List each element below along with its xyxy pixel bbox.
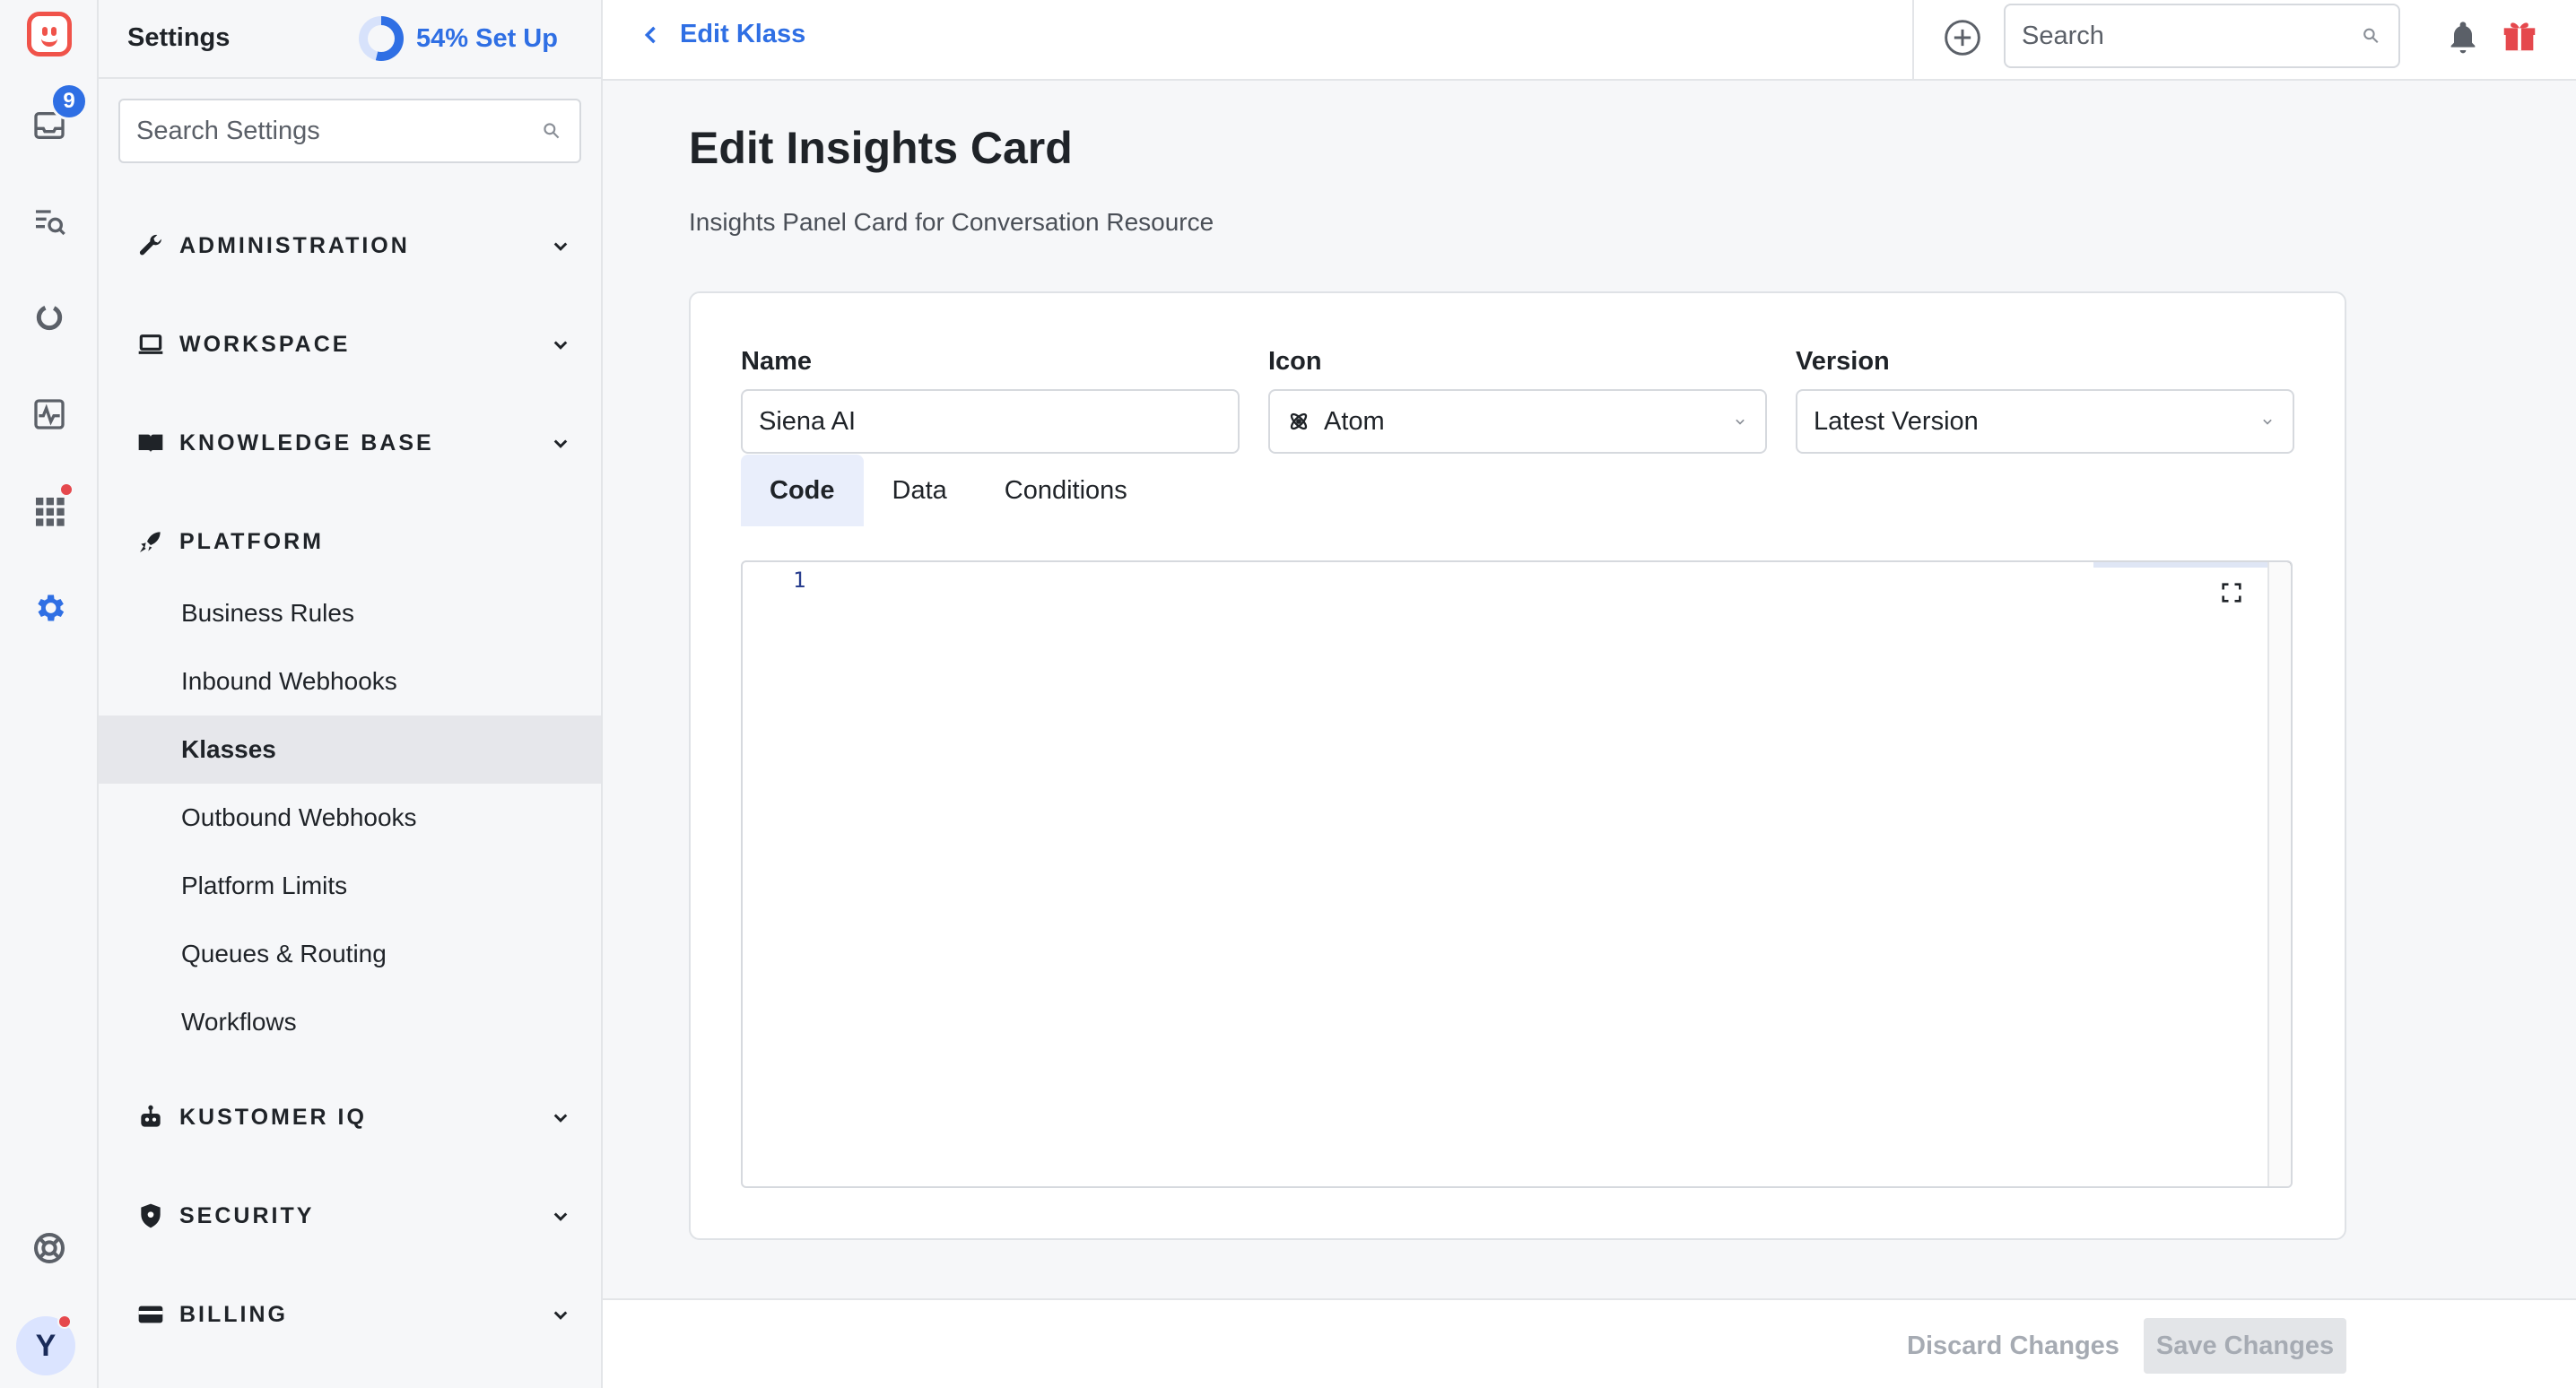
activity-icon[interactable] xyxy=(22,387,76,441)
laptop-icon xyxy=(135,328,167,360)
settings-search-input[interactable] xyxy=(136,116,540,146)
settings-search xyxy=(118,99,581,163)
section-security[interactable]: SECURITY xyxy=(135,1189,574,1243)
name-field-value: Siena AI xyxy=(759,406,857,436)
section-label: KUSTOMER IQ xyxy=(179,1104,367,1130)
chevron-down-icon xyxy=(553,439,568,448)
discard-changes-button[interactable]: Discard Changes xyxy=(1907,1318,2119,1374)
add-circle-icon[interactable] xyxy=(1943,18,1982,57)
chevron-down-icon xyxy=(2263,419,2272,425)
tab-conditions[interactable]: Conditions xyxy=(976,455,1156,526)
settings-panel: Settings 54% Set Up ADMINISTRATION WORKS… xyxy=(99,0,603,1388)
insights-card-form: Name Icon Version Siena AI Atom Latest V… xyxy=(689,291,2346,1240)
platform-item-outbound-webhooks[interactable]: Outbound Webhooks xyxy=(99,784,601,852)
platform-item-klasses[interactable]: Klasses xyxy=(99,716,601,784)
search-icon xyxy=(2363,28,2379,44)
apps-notification-dot xyxy=(59,482,74,497)
line-number-gutter: 1 xyxy=(743,562,814,1186)
chevron-down-icon xyxy=(553,1212,568,1221)
avatar-notification-dot xyxy=(57,1314,72,1329)
setup-progress-label: 54% Set Up xyxy=(416,23,558,53)
fullscreen-expand-icon[interactable] xyxy=(2219,580,2244,605)
app-rail: 9 Y xyxy=(0,0,99,1388)
settings-header: Settings 54% Set Up xyxy=(99,0,601,79)
editor-tabs: Code Data Conditions xyxy=(741,455,1156,526)
top-bar: Edit Klass xyxy=(603,0,2576,81)
reports-icon[interactable] xyxy=(22,291,76,344)
book-icon xyxy=(135,427,167,459)
section-label: SECURITY xyxy=(179,1202,315,1228)
section-platform[interactable]: PLATFORM xyxy=(135,515,574,568)
top-divider xyxy=(1912,0,1914,81)
section-kustomer-iq[interactable]: KUSTOMER IQ xyxy=(135,1090,574,1144)
chevron-down-icon xyxy=(1736,419,1745,425)
name-field[interactable]: Siena AI xyxy=(741,389,1240,454)
version-select[interactable]: Latest Version xyxy=(1796,389,2294,454)
shield-icon xyxy=(135,1200,167,1232)
search-list-icon[interactable] xyxy=(22,194,76,247)
section-label: KNOWLEDGE BASE xyxy=(179,429,434,455)
save-changes-button[interactable]: Save Changes xyxy=(2144,1318,2346,1374)
atom-icon xyxy=(1290,412,1308,430)
name-label: Name xyxy=(741,347,812,376)
platform-item-business-rules[interactable]: Business Rules xyxy=(99,579,601,647)
platform-item-inbound-webhooks[interactable]: Inbound Webhooks xyxy=(99,647,601,716)
chevron-down-icon xyxy=(553,341,568,350)
back-link-label: Edit Klass xyxy=(680,20,806,48)
search-icon xyxy=(544,123,560,139)
line-number: 1 xyxy=(793,568,806,593)
page-subtitle: Insights Panel Card for Conversation Res… xyxy=(689,208,1214,236)
chevron-left-icon xyxy=(644,26,656,43)
setup-progress[interactable]: 54% Set Up xyxy=(359,16,558,61)
section-administration[interactable]: ADMINISTRATION xyxy=(135,219,574,273)
section-label: WORKSPACE xyxy=(179,331,351,357)
settings-title: Settings xyxy=(127,23,231,52)
icon-label: Icon xyxy=(1268,347,1322,376)
code-editor[interactable]: 1 xyxy=(741,560,2293,1188)
back-link[interactable]: Edit Klass xyxy=(639,20,805,49)
chevron-down-icon xyxy=(553,1114,568,1123)
tab-code[interactable]: Code xyxy=(741,455,864,526)
settings-gear-icon[interactable] xyxy=(22,581,76,635)
robot-icon xyxy=(135,1101,167,1133)
rocket-icon xyxy=(135,525,167,558)
platform-item-platform-limits[interactable]: Platform Limits xyxy=(99,852,601,920)
icon-select-value: Atom xyxy=(1324,406,1385,436)
gift-icon[interactable] xyxy=(2499,14,2540,56)
section-knowledge-base[interactable]: KNOWLEDGE BASE xyxy=(135,416,574,470)
chevron-down-icon xyxy=(553,1311,568,1320)
section-label: PLATFORM xyxy=(179,528,325,554)
section-label: ADMINISTRATION xyxy=(179,232,410,258)
global-search-input[interactable] xyxy=(2022,21,2360,51)
chevron-down-icon xyxy=(553,242,568,251)
editor-scroll-indicator xyxy=(2093,562,2291,568)
setup-progress-ring xyxy=(359,16,404,61)
section-workspace[interactable]: WORKSPACE xyxy=(135,317,574,371)
global-search xyxy=(2004,4,2400,68)
icon-select[interactable]: Atom xyxy=(1268,389,1767,454)
bell-icon[interactable] xyxy=(2445,18,2481,56)
platform-item-queues-routing[interactable]: Queues & Routing xyxy=(99,920,601,988)
version-select-value: Latest Version xyxy=(1814,406,1979,436)
page-title: Edit Insights Card xyxy=(689,123,1073,173)
version-label: Version xyxy=(1796,347,1890,376)
form-footer: Discard Changes Save Changes xyxy=(603,1298,2576,1388)
inbox-count-badge: 9 xyxy=(50,82,88,120)
kustomer-logo[interactable] xyxy=(22,7,76,61)
platform-item-workflows[interactable]: Workflows xyxy=(99,988,601,1056)
credit-card-icon xyxy=(135,1298,167,1331)
editor-scrollbar[interactable] xyxy=(2267,562,2291,1186)
section-billing[interactable]: BILLING xyxy=(135,1288,574,1341)
tab-data[interactable]: Data xyxy=(864,455,976,526)
help-lifebuoy-icon[interactable] xyxy=(22,1221,76,1275)
wrench-icon xyxy=(135,230,167,262)
section-label: BILLING xyxy=(179,1301,288,1327)
